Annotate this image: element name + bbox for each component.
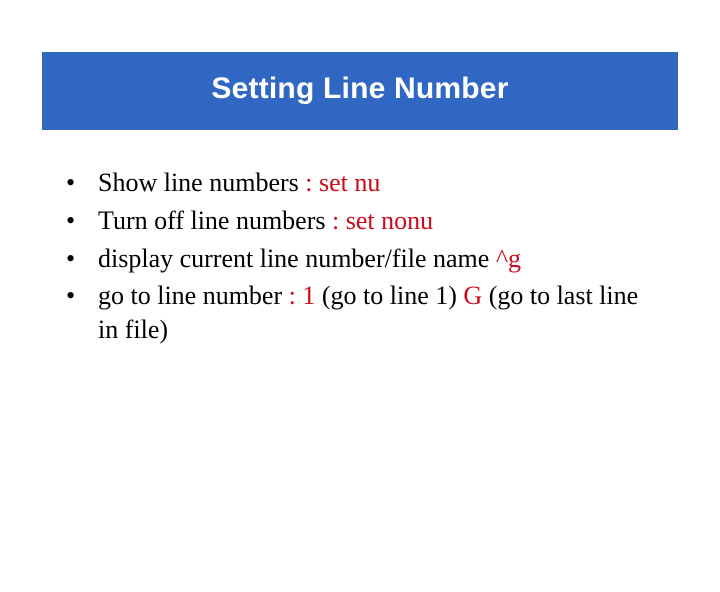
command-text: : set nu — [305, 168, 380, 197]
bullet-text: go to line number — [98, 281, 289, 310]
slide: Setting Line Number Show line numbers : … — [0, 52, 720, 592]
bullet-list: Show line numbers : set nu Turn off line… — [60, 166, 660, 347]
slide-title: Setting Line Number — [52, 72, 668, 106]
title-bar: Setting Line Number — [42, 52, 678, 130]
list-item: go to line number : 1 (go to line 1) G (… — [92, 279, 660, 347]
command-text: G — [463, 281, 482, 310]
list-item: Show line numbers : set nu — [92, 166, 660, 200]
command-text: : 1 — [289, 281, 316, 310]
command-text: ^g — [496, 244, 521, 273]
list-item: Turn off line numbers : set nonu — [92, 204, 660, 238]
bullet-text: Turn off line numbers — [98, 206, 332, 235]
bullet-text: (go to line 1) — [315, 281, 463, 310]
bullet-text: display current line number/file name — [98, 244, 496, 273]
command-text: : set nonu — [332, 206, 433, 235]
bullet-text: Show line numbers — [98, 168, 305, 197]
slide-body: Show line numbers : set nu Turn off line… — [60, 166, 660, 347]
list-item: display current line number/file name ^g — [92, 242, 660, 276]
